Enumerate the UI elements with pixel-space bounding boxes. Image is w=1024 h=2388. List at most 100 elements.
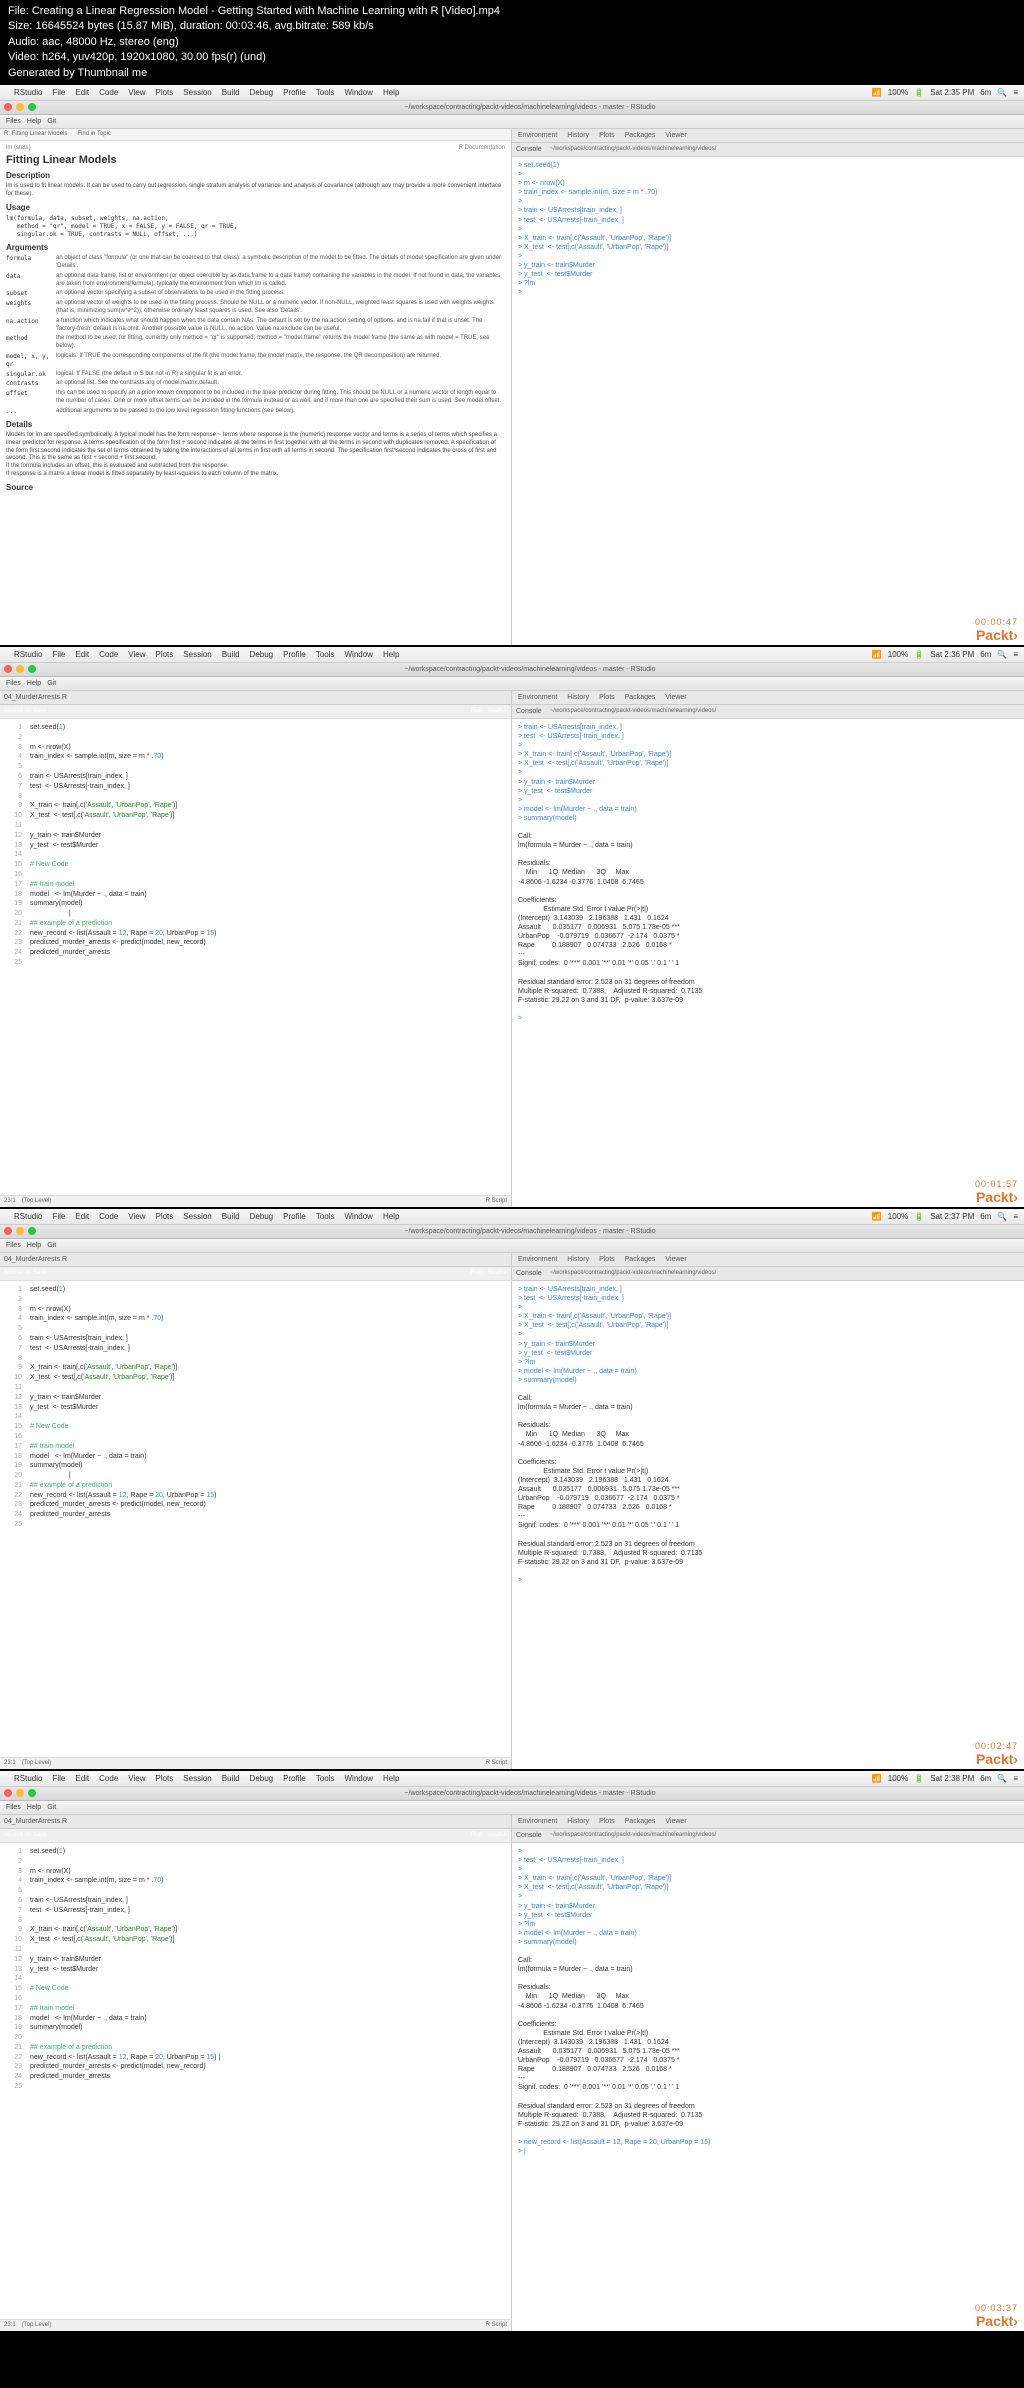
editor-tab[interactable]: 04_MurderArrests.R — [4, 694, 67, 701]
menu-edit[interactable]: Edit — [75, 88, 89, 97]
wifi-icon[interactable]: 📶 — [872, 88, 882, 97]
menu-app[interactable]: RStudio — [14, 650, 42, 659]
menu-window[interactable]: Window — [345, 1774, 373, 1783]
menu-edit[interactable]: Edit — [75, 1774, 89, 1783]
menu-view[interactable]: View — [128, 88, 145, 97]
menu-debug[interactable]: Debug — [250, 650, 274, 659]
minimize-button[interactable] — [16, 665, 24, 673]
menu-code[interactable]: Code — [99, 1774, 118, 1783]
tab-history[interactable]: History — [567, 1818, 589, 1825]
minimize-button[interactable] — [16, 1227, 24, 1235]
menu-session[interactable]: Session — [183, 1774, 211, 1783]
menu-window[interactable]: Window — [345, 1212, 373, 1221]
menu-session[interactable]: Session — [183, 650, 211, 659]
close-button[interactable] — [4, 103, 12, 111]
menu-tools[interactable]: Tools — [316, 1212, 335, 1221]
toolbar-files[interactable]: Files — [6, 680, 21, 687]
zoom-button[interactable] — [28, 1789, 36, 1797]
tab-plots[interactable]: Plots — [599, 1256, 615, 1263]
menu-window[interactable]: Window — [345, 650, 373, 659]
source-button[interactable]: Source — [488, 1832, 507, 1838]
menu-app[interactable]: RStudio — [14, 1212, 42, 1221]
editor-tab[interactable]: 04_MurderArrests.R — [4, 1256, 67, 1263]
console-output[interactable]: > train <- USArrests[train_index, ] > te… — [512, 1281, 1024, 1769]
source-on-save[interactable]: Source on Save — [4, 1832, 47, 1838]
tab-packages[interactable]: Packages — [625, 132, 656, 139]
menu-profile[interactable]: Profile — [283, 1212, 306, 1221]
run-button[interactable]: Run — [471, 708, 482, 714]
menu-view[interactable]: View — [128, 1212, 145, 1221]
toolbar-files[interactable]: Files — [6, 1804, 21, 1811]
menu-session[interactable]: Session — [183, 88, 211, 97]
wifi-icon[interactable]: 📶 — [872, 650, 882, 659]
menu-file[interactable]: File — [52, 1212, 65, 1221]
menu-help[interactable]: Help — [383, 1774, 399, 1783]
menu-profile[interactable]: Profile — [283, 88, 306, 97]
menu-app[interactable]: RStudio — [14, 88, 42, 97]
editor-tab[interactable]: 04_MurderArrests.R — [4, 1818, 67, 1825]
menu-debug[interactable]: Debug — [250, 1774, 274, 1783]
console-tab[interactable]: Console — [516, 1832, 542, 1839]
menu-file[interactable]: File — [52, 1774, 65, 1783]
zoom-button[interactable] — [28, 103, 36, 111]
toolbar-help[interactable]: Help — [27, 1242, 41, 1249]
tab-packages[interactable]: Packages — [625, 1256, 656, 1263]
tab-history[interactable]: History — [567, 1256, 589, 1263]
close-button[interactable] — [4, 1789, 12, 1797]
toolbar-git[interactable]: Git — [47, 680, 56, 687]
source-button[interactable]: Source — [488, 1270, 507, 1276]
toolbar-help[interactable]: Help — [27, 1804, 41, 1811]
menu-tools[interactable]: Tools — [316, 650, 335, 659]
menu-session[interactable]: Session — [183, 1212, 211, 1221]
menu-profile[interactable]: Profile — [283, 1774, 306, 1783]
console-output[interactable]: > train <- USArrests[train_index, ] > te… — [512, 719, 1024, 1207]
tab-environment[interactable]: Environment — [518, 1256, 557, 1263]
tab-packages[interactable]: Packages — [625, 694, 656, 701]
tab-viewer[interactable]: Viewer — [665, 132, 686, 139]
toolbar-git[interactable]: Git — [47, 1242, 56, 1249]
code-editor[interactable]: 1 2 3 4 5 6 7 8 9 10 11 12 13 14 15 16 1… — [0, 719, 511, 1195]
clock[interactable]: Sat 2:37 PM — [930, 1212, 974, 1221]
tab-packages[interactable]: Packages — [625, 1818, 656, 1825]
help-breadcrumb[interactable]: R: Fitting Linear Models — [4, 131, 67, 137]
menu-icon[interactable]: ≡ — [1013, 1212, 1018, 1221]
toolbar-git[interactable]: Git — [47, 1804, 56, 1811]
console-tab[interactable]: Console — [516, 708, 542, 715]
tab-environment[interactable]: Environment — [518, 1818, 557, 1825]
search-icon[interactable]: 🔍 — [997, 1212, 1007, 1221]
menu-edit[interactable]: Edit — [75, 1212, 89, 1221]
toolbar-git[interactable]: Git — [47, 118, 56, 125]
menu-debug[interactable]: Debug — [250, 88, 274, 97]
source-button[interactable]: Source — [488, 708, 507, 714]
zoom-button[interactable] — [28, 665, 36, 673]
menu-build[interactable]: Build — [222, 1774, 240, 1783]
close-button[interactable] — [4, 665, 12, 673]
menu-code[interactable]: Code — [99, 88, 118, 97]
console-tab[interactable]: Console — [516, 146, 542, 153]
menu-profile[interactable]: Profile — [283, 650, 306, 659]
toolbar-help[interactable]: Help — [27, 680, 41, 687]
menu-edit[interactable]: Edit — [75, 650, 89, 659]
menu-tools[interactable]: Tools — [316, 1774, 335, 1783]
run-button[interactable]: Run — [471, 1832, 482, 1838]
source-on-save[interactable]: Source on Save — [4, 1270, 47, 1276]
run-button[interactable]: Run — [471, 1270, 482, 1276]
console-output[interactable]: > > test <- USArrests[-train_index, ] > … — [512, 1843, 1024, 2331]
code-editor[interactable]: 1 2 3 4 5 6 7 8 9 10 11 12 13 14 15 16 1… — [0, 1843, 511, 2319]
menu-app[interactable]: RStudio — [14, 1774, 42, 1783]
help-search[interactable]: Find in Topic — [77, 131, 111, 137]
minimize-button[interactable] — [16, 1789, 24, 1797]
menu-plots[interactable]: Plots — [155, 88, 173, 97]
menu-icon[interactable]: ≡ — [1013, 1774, 1018, 1783]
tab-plots[interactable]: Plots — [599, 132, 615, 139]
menu-code[interactable]: Code — [99, 1212, 118, 1221]
source-on-save[interactable]: Source on Save — [4, 708, 47, 714]
menu-file[interactable]: File — [52, 88, 65, 97]
wifi-icon[interactable]: 📶 — [872, 1212, 882, 1221]
minimize-button[interactable] — [16, 103, 24, 111]
menu-icon[interactable]: ≡ — [1013, 88, 1018, 97]
tab-history[interactable]: History — [567, 132, 589, 139]
menu-view[interactable]: View — [128, 650, 145, 659]
tab-history[interactable]: History — [567, 694, 589, 701]
menu-code[interactable]: Code — [99, 650, 118, 659]
